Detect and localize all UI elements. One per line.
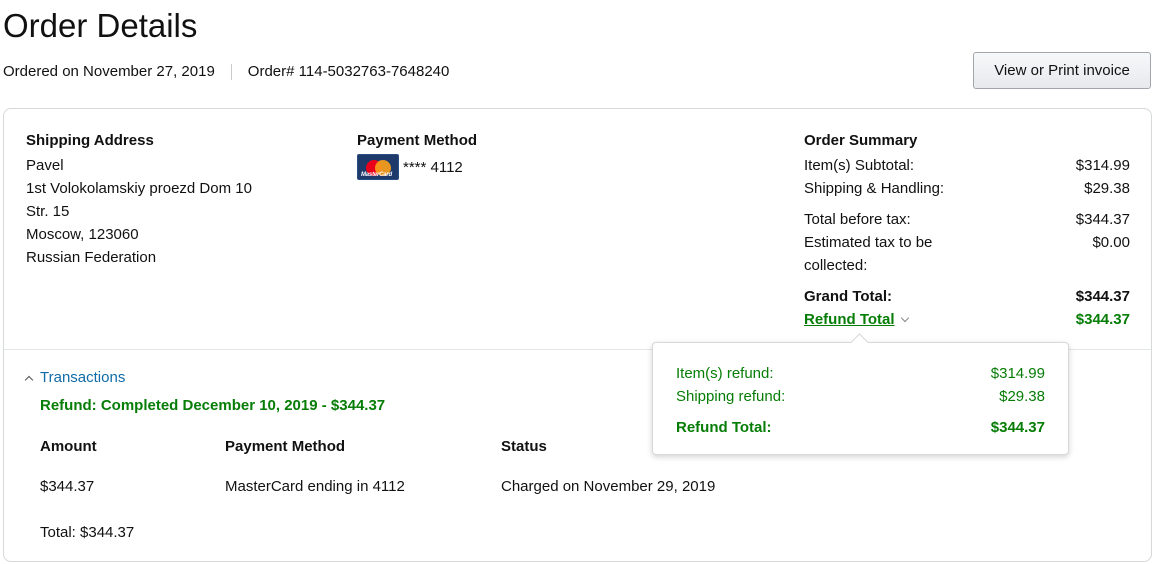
refund-total-label: Refund Total: (676, 419, 772, 436)
refund-total-value: $344.37 (1075, 311, 1130, 328)
refund-value: $29.38 (999, 388, 1045, 405)
grand-total-value: $344.37 (1075, 288, 1130, 305)
order-details-page: Order Details Ordered on November 27, 20… (0, 0, 1155, 564)
meta-divider (230, 64, 232, 80)
payment-card-row: MasterCard **** 4112 (357, 154, 477, 180)
view-print-invoice-button[interactable]: View or Print invoice (973, 52, 1151, 89)
refund-total-line: Refund Total: $344.37 (676, 416, 1045, 439)
refund-total-toggle[interactable]: Refund Total (804, 308, 909, 331)
shipping-line: Russian Federation (26, 249, 157, 266)
summary-row: Shipping & Handling: $29.38 (804, 177, 1130, 200)
payment-method-section: Payment Method MasterCard **** 4112 (357, 129, 477, 180)
shipping-address-title: Shipping Address (26, 132, 154, 149)
transactions-toggle[interactable]: Transactions (24, 369, 125, 386)
refund-breakdown-popover: Item(s) refund: $314.99 Shipping refund:… (652, 333, 1069, 455)
summary-row: Item(s) Subtotal: $314.99 (804, 154, 1130, 177)
mastercard-icon: MasterCard (357, 154, 399, 180)
order-summary-section: Order Summary Item(s) Subtotal: $314.99 … (804, 129, 1130, 331)
chevron-up-icon[interactable] (24, 375, 34, 384)
ordered-date: Ordered on November 27, 2019 (3, 63, 215, 80)
tx-cell-status: Charged on November 29, 2019 (501, 478, 716, 495)
shipping-line: Pavel (26, 157, 64, 174)
refund-total-link[interactable]: Refund Total (804, 311, 895, 328)
tx-cell-amount: $344.37 (40, 478, 95, 495)
tx-header-payment-method: Payment Method (225, 438, 346, 455)
order-summary-title: Order Summary (804, 132, 918, 149)
refund-row: Item(s) refund: $314.99 (676, 362, 1045, 385)
transactions-label[interactable]: Transactions (40, 369, 125, 386)
shipping-line: Moscow, 123060 (26, 226, 139, 243)
grand-total-label: Grand Total: (804, 288, 893, 305)
tx-header-status: Status (501, 438, 547, 455)
summary-row: Total before tax: $344.37 (804, 208, 1130, 231)
shipping-line: Str. 15 (26, 203, 70, 220)
refund-status: Refund: Completed December 10, 2019 - $3… (40, 397, 386, 414)
summary-label: Total before tax: (804, 211, 911, 228)
refund-row: Shipping refund: $29.38 (676, 385, 1045, 408)
page-title: Order Details (3, 7, 198, 44)
payment-method-title: Payment Method (357, 132, 478, 149)
card-masked-number: **** 4112 (403, 158, 463, 176)
shipping-address-section: Shipping Address Pavel 1st Volokolamskiy… (26, 129, 252, 269)
mastercard-logo-text: MasterCard (361, 172, 393, 178)
summary-label: Item(s) Subtotal: (804, 157, 915, 174)
tx-cell-payment-method: MasterCard ending in 4112 (225, 478, 405, 495)
chevron-down-icon[interactable] (900, 313, 909, 323)
transactions-total: Total: $344.37 (40, 524, 135, 541)
order-card: Shipping Address Pavel 1st Volokolamskiy… (3, 108, 1152, 562)
grand-total-row: Grand Total: $344.37 (804, 285, 1130, 308)
summary-value: $29.38 (1084, 180, 1130, 197)
refund-value: $314.99 (990, 365, 1045, 382)
summary-row: Estimated tax to be collected: $0.00 (804, 231, 1130, 277)
refund-total-amount: $344.37 (990, 419, 1045, 436)
refund-total-row: Refund Total $344.37 (804, 308, 1130, 331)
summary-label: Estimated tax to be collected: (804, 234, 933, 274)
summary-label: Shipping & Handling: (804, 180, 945, 197)
order-meta: Ordered on November 27, 2019 Order# 114-… (3, 62, 449, 82)
summary-value: $0.00 (1092, 234, 1130, 251)
shipping-line: 1st Volokolamskiy proezd Dom 10 (26, 180, 252, 197)
summary-value: $344.37 (1075, 211, 1130, 228)
refund-label: Item(s) refund: (676, 365, 774, 382)
summary-value: $314.99 (1075, 157, 1130, 174)
order-number: Order# 114-5032763-7648240 (247, 63, 450, 80)
refund-label: Shipping refund: (676, 388, 786, 405)
tx-header-amount: Amount (40, 438, 97, 455)
